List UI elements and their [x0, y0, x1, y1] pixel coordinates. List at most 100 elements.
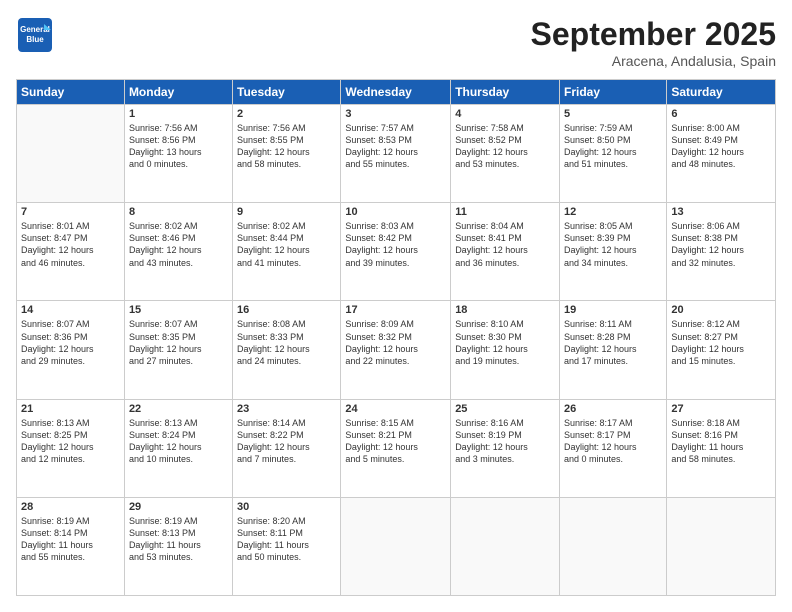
day-number: 13	[671, 206, 771, 218]
table-row: 21Sunrise: 8:13 AMSunset: 8:25 PMDayligh…	[17, 399, 125, 497]
day-info: Sunrise: 8:01 AMSunset: 8:47 PMDaylight:…	[21, 220, 120, 269]
table-row: 15 Sunrise: 8:07 AMSunset: 8:35 PMDayligh…	[124, 301, 232, 399]
table-row: 29 Sunrise: 8:19 AMSunset: 8:13 PMDayligh…	[124, 497, 232, 595]
table-row: 17 Sunrise: 8:09 AMSunset: 8:32 PMDayligh…	[341, 301, 451, 399]
day-number: 14	[21, 304, 120, 316]
table-row: 24 Sunrise: 8:15 AMSunset: 8:21 PMDayligh…	[341, 399, 451, 497]
day-info: Sunrise: 8:12 AMSunset: 8:27 PMDaylight:…	[671, 318, 771, 367]
day-number: 12	[564, 206, 662, 218]
day-number: 11	[455, 206, 555, 218]
table-row: 1 Sunrise: 7:56 AMSunset: 8:56 PMDaylight…	[124, 105, 232, 203]
day-info: Sunrise: 8:00 AMSunset: 8:49 PMDaylight:…	[671, 122, 771, 171]
table-row: 4Sunrise: 7:58 AMSunset: 8:52 PMDaylight…	[451, 105, 560, 203]
day-number: 1	[129, 108, 228, 120]
logo-icon: General Blue	[16, 16, 54, 54]
day-info: Sunrise: 8:11 AMSunset: 8:28 PMDaylight:…	[564, 318, 662, 367]
day-number: 24	[345, 403, 446, 415]
day-number: 15	[129, 304, 228, 316]
day-info: Sunrise: 8:05 AMSunset: 8:39 PMDaylight:…	[564, 220, 662, 269]
table-row: 16 Sunrise: 8:08 AMSunset: 8:33 PMDayligh…	[233, 301, 341, 399]
svg-text:Blue: Blue	[26, 35, 44, 44]
table-row: 7Sunrise: 8:01 AMSunset: 8:47 PMDaylight…	[17, 203, 125, 301]
day-info: Sunrise: 8:14 AMSunset: 8:22 PMDaylight:…	[237, 417, 336, 466]
day-info: Sunrise: 8:13 AMSunset: 8:24 PMDaylight:…	[129, 417, 228, 466]
col-friday: Friday	[560, 80, 667, 105]
table-row: 18 Sunrise: 8:10 AMSunset: 8:30 PMDayligh…	[451, 301, 560, 399]
table-row: 14 Sunrise: 8:07 AMSunset: 8:36 PMDayligh…	[17, 301, 125, 399]
day-number: 29	[129, 501, 228, 513]
day-number: 16	[237, 304, 336, 316]
day-number: 17	[345, 304, 446, 316]
day-info: Sunrise: 7:56 AMSunset: 8:55 PMDaylight:…	[237, 122, 336, 171]
day-number: 8	[129, 206, 228, 218]
day-info: Sunrise: 8:20 AMSunset: 8:11 PMDaylight:…	[237, 515, 336, 564]
table-row: 6 Sunrise: 8:00 AMSunset: 8:49 PMDaylight…	[667, 105, 776, 203]
day-info: Sunrise: 8:08 AMSunset: 8:33 PMDaylight:…	[237, 318, 336, 367]
table-row: 13 Sunrise: 8:06 AMSunset: 8:38 PMDayligh…	[667, 203, 776, 301]
table-row: 27Sunrise: 8:18 AMSunset: 8:16 PMDayligh…	[667, 399, 776, 497]
day-number: 25	[455, 403, 555, 415]
table-row	[667, 497, 776, 595]
day-number: 30	[237, 501, 336, 513]
day-info: Sunrise: 8:04 AMSunset: 8:41 PMDaylight:…	[455, 220, 555, 269]
col-monday: Monday	[124, 80, 232, 105]
day-info: Sunrise: 8:09 AMSunset: 8:32 PMDaylight:…	[345, 318, 446, 367]
day-number: 28	[21, 501, 120, 513]
day-number: 18	[455, 304, 555, 316]
table-row: 19Sunrise: 8:11 AMSunset: 8:28 PMDayligh…	[560, 301, 667, 399]
table-row: 20 Sunrise: 8:12 AMSunset: 8:27 PMDayligh…	[667, 301, 776, 399]
day-info: Sunrise: 8:02 AMSunset: 8:46 PMDaylight:…	[129, 220, 228, 269]
day-info: Sunrise: 7:56 AMSunset: 8:56 PMDaylight:…	[129, 122, 228, 171]
day-info: Sunrise: 7:59 AMSunset: 8:50 PMDaylight:…	[564, 122, 662, 171]
table-row	[17, 105, 125, 203]
day-info: Sunrise: 8:07 AMSunset: 8:36 PMDaylight:…	[21, 318, 120, 367]
day-info: Sunrise: 8:10 AMSunset: 8:30 PMDaylight:…	[455, 318, 555, 367]
col-thursday: Thursday	[451, 80, 560, 105]
day-number: 2	[237, 108, 336, 120]
day-info: Sunrise: 8:06 AMSunset: 8:38 PMDaylight:…	[671, 220, 771, 269]
logo: General Blue	[16, 16, 54, 59]
calendar-week-row: 1 Sunrise: 7:56 AMSunset: 8:56 PMDaylight…	[17, 105, 776, 203]
header: General Blue September 2025 Aracena, And…	[16, 16, 776, 69]
table-row: 8 Sunrise: 8:02 AMSunset: 8:46 PMDaylight…	[124, 203, 232, 301]
day-info: Sunrise: 8:17 AMSunset: 8:17 PMDaylight:…	[564, 417, 662, 466]
day-number: 20	[671, 304, 771, 316]
day-info: Sunrise: 8:19 AMSunset: 8:13 PMDaylight:…	[129, 515, 228, 564]
col-tuesday: Tuesday	[233, 80, 341, 105]
table-row: 11 Sunrise: 8:04 AMSunset: 8:41 PMDayligh…	[451, 203, 560, 301]
table-row	[451, 497, 560, 595]
col-wednesday: Wednesday	[341, 80, 451, 105]
day-number: 26	[564, 403, 662, 415]
day-number: 4	[455, 108, 555, 120]
calendar-week-row: 21Sunrise: 8:13 AMSunset: 8:25 PMDayligh…	[17, 399, 776, 497]
table-row: 9 Sunrise: 8:02 AMSunset: 8:44 PMDaylight…	[233, 203, 341, 301]
table-row: 23Sunrise: 8:14 AMSunset: 8:22 PMDayligh…	[233, 399, 341, 497]
title-block: September 2025 Aracena, Andalusia, Spain	[531, 16, 776, 69]
table-row	[560, 497, 667, 595]
month-title: September 2025	[531, 16, 776, 53]
day-number: 5	[564, 108, 662, 120]
day-info: Sunrise: 8:13 AMSunset: 8:25 PMDaylight:…	[21, 417, 120, 466]
calendar-table: Sunday Monday Tuesday Wednesday Thursday…	[16, 79, 776, 596]
day-number: 9	[237, 206, 336, 218]
day-info: Sunrise: 8:16 AMSunset: 8:19 PMDaylight:…	[455, 417, 555, 466]
table-row: 3 Sunrise: 7:57 AMSunset: 8:53 PMDaylight…	[341, 105, 451, 203]
day-info: Sunrise: 8:03 AMSunset: 8:42 PMDaylight:…	[345, 220, 446, 269]
col-saturday: Saturday	[667, 80, 776, 105]
calendar-week-row: 28 Sunrise: 8:19 AMSunset: 8:14 PMDayligh…	[17, 497, 776, 595]
day-info: Sunrise: 8:02 AMSunset: 8:44 PMDaylight:…	[237, 220, 336, 269]
calendar-week-row: 14 Sunrise: 8:07 AMSunset: 8:36 PMDayligh…	[17, 301, 776, 399]
table-row: 28 Sunrise: 8:19 AMSunset: 8:14 PMDayligh…	[17, 497, 125, 595]
day-number: 22	[129, 403, 228, 415]
table-row: 26 Sunrise: 8:17 AMSunset: 8:17 PMDayligh…	[560, 399, 667, 497]
day-number: 3	[345, 108, 446, 120]
day-info: Sunrise: 8:07 AMSunset: 8:35 PMDaylight:…	[129, 318, 228, 367]
day-info: Sunrise: 8:15 AMSunset: 8:21 PMDaylight:…	[345, 417, 446, 466]
table-row: 22 Sunrise: 8:13 AMSunset: 8:24 PMDayligh…	[124, 399, 232, 497]
col-sunday: Sunday	[17, 80, 125, 105]
day-number: 6	[671, 108, 771, 120]
calendar-week-row: 7Sunrise: 8:01 AMSunset: 8:47 PMDaylight…	[17, 203, 776, 301]
day-info: Sunrise: 7:57 AMSunset: 8:53 PMDaylight:…	[345, 122, 446, 171]
day-info: Sunrise: 8:19 AMSunset: 8:14 PMDaylight:…	[21, 515, 120, 564]
table-row: 25 Sunrise: 8:16 AMSunset: 8:19 PMDayligh…	[451, 399, 560, 497]
